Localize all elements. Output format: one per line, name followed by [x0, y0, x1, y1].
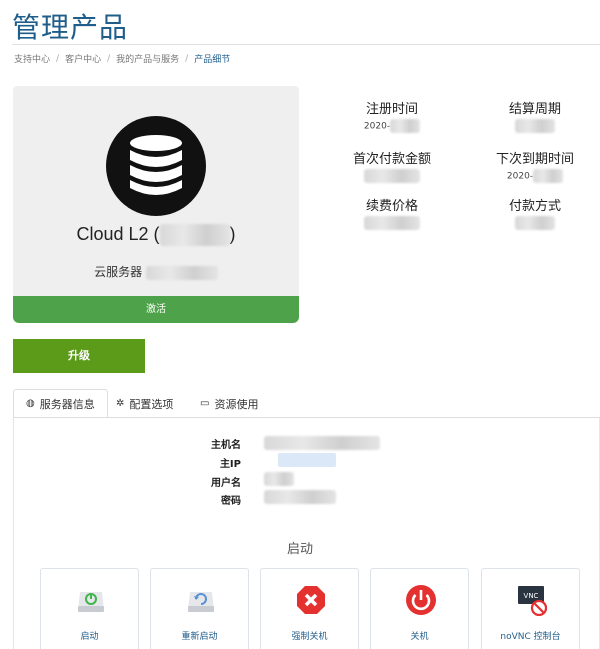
next-due-date-value: 2020- [475, 169, 595, 183]
payment-method: 付款方式 [475, 195, 595, 230]
title-divider [12, 44, 600, 45]
vnc-console-button-label: noVNC 控制台 [500, 632, 561, 642]
renewal-price-label: 续费价格 [365, 199, 418, 214]
password-label: 密码 [221, 496, 241, 507]
info-circle-icon: ◍ [26, 398, 35, 409]
hdd-icon: ▭ [200, 398, 210, 409]
first-payment: 首次付款金额 [332, 148, 452, 183]
hostname-row: 主机名 [208, 436, 241, 451]
redacted-product-group [145, 265, 218, 280]
billing-cycle-label: 结算周期 [508, 102, 561, 117]
start-button[interactable]: 启动 [40, 568, 139, 649]
actions-title: 启动 [286, 542, 313, 557]
next-due-date: 下次到期时间 2020- [475, 148, 595, 183]
breadcrumb-client-area[interactable]: 客户中心 [65, 52, 101, 65]
reboot-button[interactable]: 重新启动 [150, 568, 249, 649]
breadcrumb-separator: / [185, 53, 189, 64]
force-stop-button[interactable]: 强制关机 [260, 568, 359, 649]
next-due-date-label: 下次到期时间 [495, 152, 574, 167]
renewal-price: 续费价格 [332, 195, 452, 230]
breadcrumb: 支持中心 / 客户中心 / 我的产品与服务 / 产品细节 [14, 52, 231, 66]
main-ip-label: 主IP [219, 459, 241, 470]
billing-cycle: 结算周期 [475, 98, 595, 133]
shutdown-button[interactable]: 关机 [370, 568, 469, 649]
vnc-console-button[interactable]: VNC noVNC 控制台 [481, 568, 580, 649]
reboot-icon [188, 592, 214, 612]
svg-text:VNC: VNC [524, 592, 539, 600]
breadcrumb-my-products[interactable]: 我的产品与服务 [116, 52, 179, 65]
payment-method-label: 付款方式 [508, 199, 561, 214]
payment-method-value [475, 216, 595, 230]
tab-server-info[interactable]: ◍ 服务器信息 [13, 389, 108, 418]
upgrade-button[interactable]: 升级 [13, 339, 145, 373]
product-name-suffix: ) [229, 224, 236, 244]
force-stop-button-label: 强制关机 [291, 632, 328, 642]
username-label: 用户名 [211, 478, 241, 489]
shutdown-icon [406, 585, 436, 615]
redacted-username [264, 472, 294, 486]
database-icon [106, 116, 206, 216]
tab-resource-usage-label: 资源使用 [214, 397, 259, 411]
hostname-label: 主机名 [211, 440, 241, 451]
page-title: 管理产品 [12, 11, 129, 44]
password-row: 密码 [208, 492, 241, 507]
redacted-password [264, 490, 336, 504]
product-card: Cloud L2 () 云服务器 激活 [13, 86, 299, 323]
breadcrumb-separator: / [56, 53, 60, 64]
status-badge: 激活 [13, 296, 299, 323]
tab-config-options-label: 配置选项 [129, 397, 174, 411]
billing-cycle-value [475, 119, 595, 133]
redacted-product-id [159, 224, 230, 247]
power-on-icon [78, 592, 104, 612]
renewal-price-value [332, 216, 452, 230]
registration-date: 注册时间 2020- [332, 98, 452, 133]
main-ip-row: 主IP [208, 455, 241, 470]
first-payment-value [332, 169, 452, 183]
reboot-button-label: 重新启动 [181, 632, 218, 642]
start-button-label: 启动 [80, 632, 99, 642]
tab-resource-usage[interactable]: ▭ 资源使用 [188, 389, 270, 418]
product-type: 云服务器 [13, 263, 299, 280]
breadcrumb-current: 产品细节 [194, 55, 231, 65]
tab-config-options[interactable]: ✲ 配置选项 [104, 389, 185, 418]
registration-date-label: 注册时间 [365, 102, 418, 117]
redacted-ip [278, 453, 336, 467]
tab-server-info-label: 服务器信息 [39, 397, 95, 411]
breadcrumb-separator: / [107, 53, 111, 64]
registration-date-value: 2020- [332, 119, 452, 133]
breadcrumb-support[interactable]: 支持中心 [14, 52, 50, 65]
vnc-console-icon: VNC [518, 586, 548, 616]
first-payment-label: 首次付款金额 [352, 152, 431, 167]
product-name: Cloud L2 () [13, 224, 299, 247]
force-stop-icon [297, 586, 325, 614]
redacted-hostname [264, 436, 380, 450]
username-row: 用户名 [208, 474, 241, 489]
product-type-label: 云服务器 [94, 265, 143, 279]
shutdown-button-label: 关机 [410, 632, 429, 642]
cogs-icon: ✲ [116, 398, 125, 409]
product-name-prefix: Cloud L2 ( [76, 224, 160, 244]
